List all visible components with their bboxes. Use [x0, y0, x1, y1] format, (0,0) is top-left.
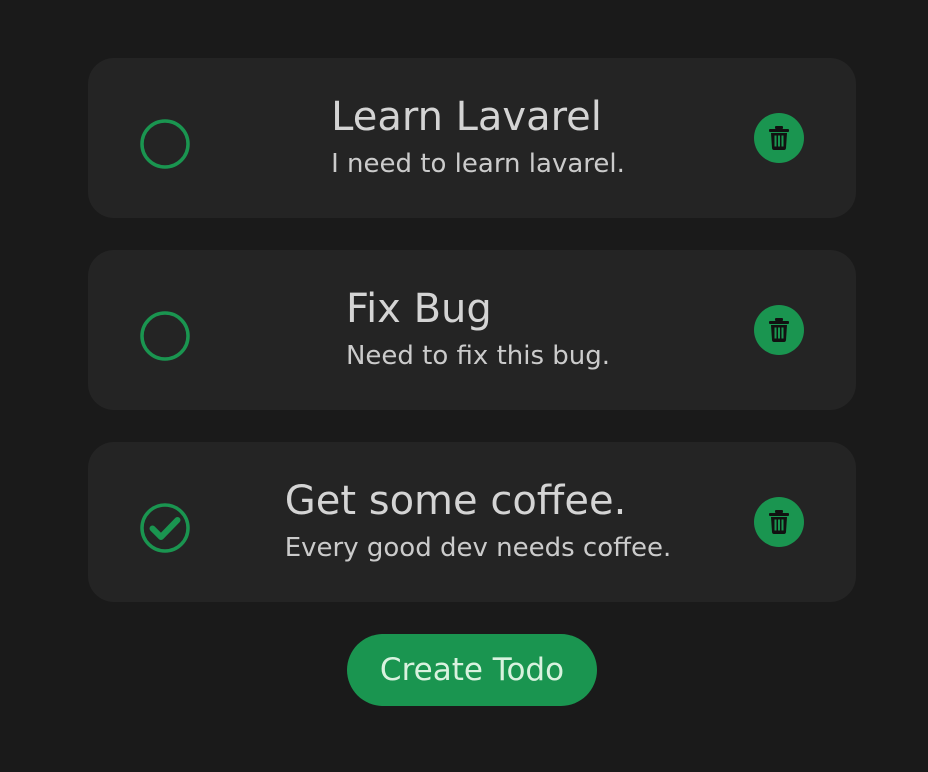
delete-button[interactable] [754, 305, 804, 355]
todo-description: I need to learn lavarel. [331, 149, 625, 179]
todo-list: Learn Lavarel I need to learn lavarel. F… [88, 58, 856, 634]
delete-button[interactable] [754, 497, 804, 547]
todo-toggle[interactable] [140, 503, 190, 553]
todo-item: Learn Lavarel I need to learn lavarel. [88, 58, 856, 218]
delete-button[interactable] [754, 113, 804, 163]
todo-title: Learn Lavarel [331, 94, 602, 140]
circle-outline-icon [140, 311, 190, 361]
todo-title: Get some coffee. [284, 478, 627, 524]
check-circle-icon [140, 503, 190, 553]
trash-icon [769, 510, 789, 534]
todo-description: Every good dev needs coffee. [284, 533, 672, 563]
todo-item: Get some coffee. Every good dev needs co… [88, 442, 856, 602]
todo-description: Need to fix this bug. [345, 341, 611, 371]
todo-text: Learn Lavarel I need to learn lavarel. [278, 92, 678, 182]
todo-title: Fix Bug [345, 286, 492, 332]
todo-item: Fix Bug Need to fix this bug. [88, 250, 856, 410]
todo-text: Fix Bug Need to fix this bug. [278, 284, 678, 374]
todo-toggle[interactable] [140, 311, 190, 361]
todo-toggle[interactable] [140, 119, 190, 169]
create-todo-button[interactable]: Create Todo [347, 634, 597, 706]
todo-text: Get some coffee. Every good dev needs co… [278, 476, 678, 566]
circle-outline-icon [140, 119, 190, 169]
trash-icon [769, 126, 789, 150]
trash-icon [769, 318, 789, 342]
